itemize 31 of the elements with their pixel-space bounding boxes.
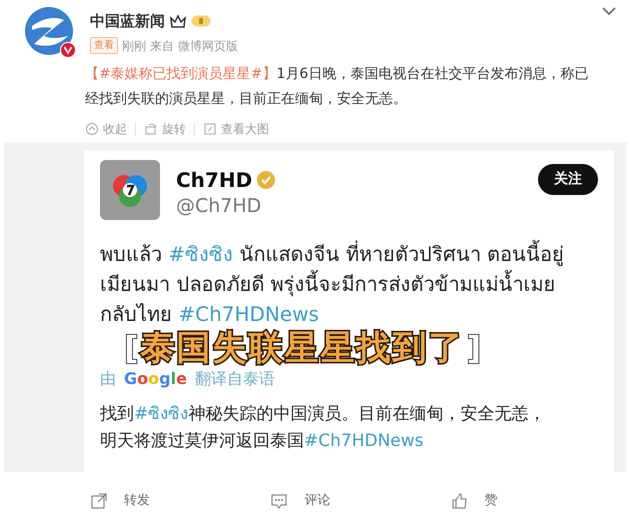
follow-button[interactable]: 关注 (538, 164, 598, 195)
source-label: 来自 (150, 38, 174, 54)
footer-action[interactable]: 转发 (124, 491, 150, 511)
footer-action[interactable]: 评论 (304, 491, 330, 511)
collapse-icon (85, 122, 99, 136)
image-action[interactable]: 旋转 (162, 120, 186, 138)
rotate-icon (144, 122, 158, 136)
footer-action[interactable]: 赞 (484, 491, 498, 511)
tweet-text: พบแล้ว #ซิงซิง นักแสดงจีน ที่หายตัวปริศนา ตอนนี้อยู่เมียนมา ปลอดภัยดี พรุ่งนี้จะมีการส่งตัวข้ามแม่น้ำเมยกลับไทย #Ch7HDNews (100, 238, 566, 328)
image-action[interactable]: 收起 (103, 120, 127, 138)
post-text: 【#泰媒称已找到演员星星#】1月6日晚，泰国电视台在社交平台发布消息，称已经找到失联的演员星星，目前正在缅甸，安全无恙。 (84, 65, 590, 109)
account-handle: @Ch7HD (176, 194, 262, 219)
account-name: Ch7HD (176, 168, 252, 192)
google-logo: Google (124, 368, 187, 390)
thumbs-up-icon[interactable] (450, 492, 469, 510)
translated-text: 找到#ซิงซิง神秘失踪的中国演员。目前在缅甸，安全无恙，明天将渡过莫伊河返回泰国#Ch7HDNews (100, 402, 546, 452)
caption-bracket: ] (466, 328, 482, 366)
comment-icon[interactable] (270, 492, 288, 510)
crown-icon (169, 14, 187, 28)
channel-logo (100, 160, 160, 220)
post-time: 刚刚 (122, 38, 146, 54)
level-badge-icon (191, 15, 211, 28)
translation-label: 由 (100, 368, 116, 390)
avatar-logo (24, 6, 74, 56)
video-caption: 泰国失联星星找到了 (140, 328, 465, 366)
chevron-down-icon[interactable] (601, 6, 617, 16)
author-name[interactable]: 中国蓝新闻 (90, 10, 165, 32)
caption-bracket: [ (124, 328, 139, 366)
translation-label: 翻译自泰语 (194, 368, 275, 390)
post-tag: 查看 (90, 37, 118, 54)
share-icon[interactable] (90, 492, 108, 510)
